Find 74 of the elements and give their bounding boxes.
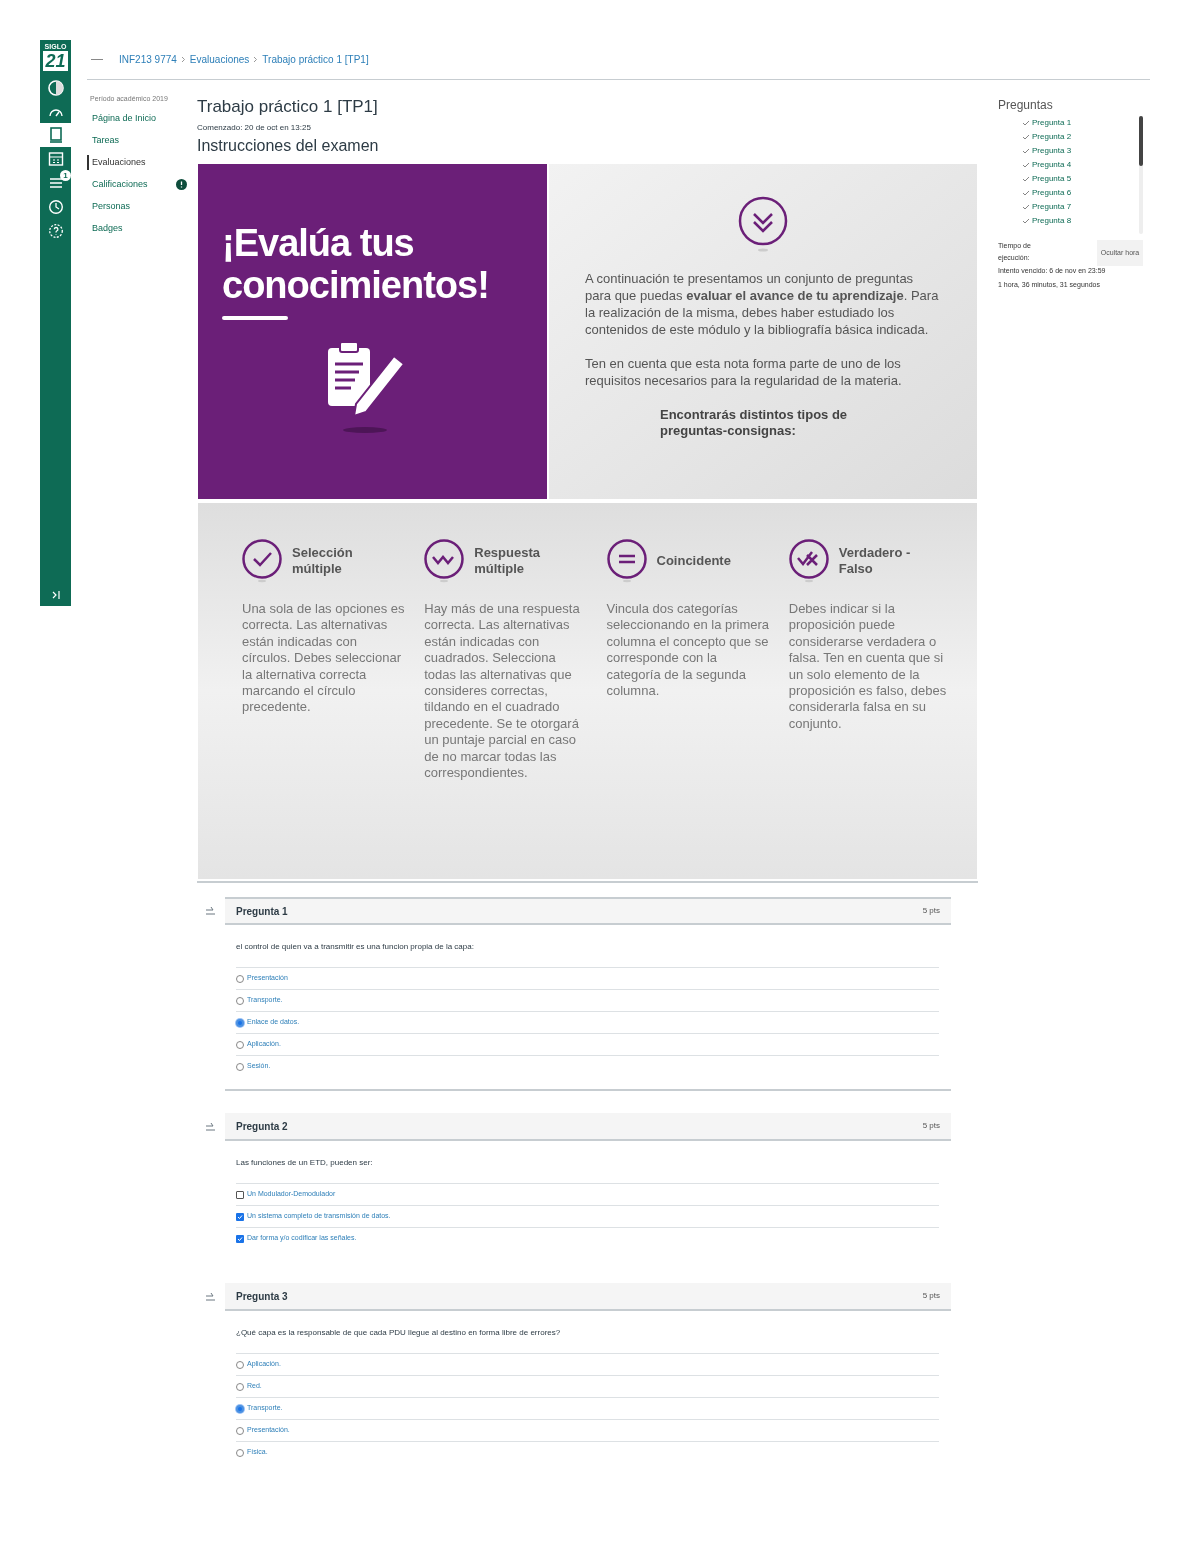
unread-badge: 1 [60, 170, 71, 181]
question-type-title: Respuesta múltiple [474, 545, 541, 577]
headline-underline [222, 316, 288, 320]
inbox-icon[interactable] [47, 175, 64, 191]
scrollbar-thumb[interactable] [1139, 116, 1143, 166]
types-heading: Encontrarás distintos tipos de preguntas-consignas: [660, 407, 849, 439]
question-type-icon [606, 539, 647, 583]
question-title: Pregunta 3 [236, 1289, 288, 1304]
banner-headline: ¡Evalúa tus conocimientos! [222, 222, 490, 306]
checkbox[interactable] [236, 1212, 244, 1221]
question-type-title: Coincidente [656, 553, 732, 569]
question-points: 5 pts [922, 905, 940, 917]
question-link[interactable]: Pregunta 8 [1022, 214, 1139, 228]
question-prompt: Las funciones de un ETD, pueden ser: [236, 1157, 374, 1169]
scrollbar[interactable] [1139, 116, 1143, 234]
question-link[interactable]: Pregunta 7 [1022, 200, 1139, 214]
start-date: Comenzado: 20 de oct en 13:25 [197, 122, 312, 134]
question-prompt: el control de quien va a transmitir es una funcion propia de la capa: [236, 941, 475, 953]
calendar-icon[interactable] [47, 151, 64, 167]
course-nav-link[interactable]: Calificaciones [87, 176, 148, 192]
intro-paragraph: A continuación te presentamos un conjunto de preguntas para que puedas evaluar el avance de tu aprendizaje. Para la realización de la misma, debes haber estudiado los contenidos de este módulo y la bibliografía básica indicada. [585, 270, 940, 338]
radio-button[interactable] [236, 1448, 244, 1457]
question-link[interactable]: Pregunta 1 [1022, 116, 1139, 130]
help-icon[interactable] [47, 223, 64, 239]
radio-button[interactable] [236, 1040, 244, 1049]
course-nav-link[interactable]: Tareas [87, 132, 119, 148]
question-link[interactable]: Pregunta 2 [1022, 130, 1139, 144]
chevron-icon [180, 56, 186, 63]
question-points: 5 pts [922, 1120, 940, 1132]
double-chevron-icon [738, 196, 788, 252]
question-title: Pregunta 1 [236, 904, 288, 919]
course-nav-link[interactable]: Página de Inicio [87, 110, 157, 126]
question-points: 5 pts [922, 1290, 940, 1302]
collapse-icon[interactable] [50, 590, 61, 600]
question-type-title: Selección múltiple [292, 545, 354, 577]
question-title: Pregunta 2 [236, 1119, 288, 1134]
radio-button[interactable] [236, 1062, 244, 1071]
radio-button[interactable] [236, 1018, 244, 1027]
breadcrumb-link[interactable]: INF213 9774 [119, 52, 177, 67]
radio-button[interactable] [236, 1360, 244, 1369]
question-type-description: Una sola de las opciones es correcta. Las alternativas están indicadas con círculos. Debes seleccionar la alternativa correcta marcando el círculo precedente. [242, 601, 406, 716]
course-nav-link[interactable]: Evaluaciones [87, 154, 146, 170]
history-icon[interactable] [47, 199, 64, 215]
question-type-title: Verdadero - Falso [838, 545, 912, 577]
question-link[interactable]: Pregunta 5 [1022, 172, 1139, 186]
checkbox[interactable] [236, 1190, 244, 1199]
question-type-description: Debes indicar si la proposición puede considerarse verdadera o falsa. Ten en cuenta que si un solo elemento de la proposición es falso, debes considerarla falsa en su conjunto. [788, 601, 948, 733]
breadcrumb-link[interactable]: Evaluaciones [189, 52, 250, 67]
breadcrumb-link[interactable]: Trabajo práctico 1 [TP1] [262, 52, 369, 67]
question-link[interactable]: Pregunta 3 [1022, 144, 1139, 158]
courses-icon[interactable] [48, 127, 63, 143]
course-nav-link[interactable]: Badges [87, 220, 123, 236]
question-type-icon [788, 539, 829, 583]
question-type-icon [424, 539, 465, 583]
checkbox[interactable] [236, 1234, 244, 1243]
question-type-description: Vincula dos categorías seleccionando en la primera columna el concepto que se corresponde con la categoría de la segunda columna. [606, 601, 771, 700]
page-title: Trabajo práctico 1 [TP1] [197, 96, 379, 118]
section-heading: Instrucciones del examen [197, 136, 380, 156]
question-type-description: Hay más de una respuesta correcta. Las alternativas están indicadas con cuadrados. Selecciona todas las alternativas que consideres correctas, tildando en el cuadrado precedente. Se te otorgará un puntaje parcial en caso de no marcar todas las correspondientes. [424, 601, 581, 782]
course-nav-link[interactable]: Personas [87, 198, 131, 214]
radio-button[interactable] [236, 1426, 244, 1435]
radio-button[interactable] [236, 974, 244, 983]
question-link[interactable]: Pregunta 4 [1022, 158, 1139, 172]
radio-button[interactable] [236, 996, 244, 1005]
logo-number: 21 [43, 51, 68, 71]
account-icon[interactable] [46, 79, 65, 97]
note-paragraph: Ten en cuenta que esta nota forma parte de uno de los requisitos necesarios para la regularidad de la materia. [585, 355, 903, 389]
radio-button[interactable] [236, 1404, 244, 1413]
question-link[interactable]: Pregunta 6 [1022, 186, 1139, 200]
question-prompt: ¿Qué capa es la responsable de que cada PDU llegue al destino en forma libre de errores? [236, 1327, 562, 1339]
question-type-icon [242, 539, 282, 583]
side-heading: Preguntas [998, 97, 1054, 114]
radio-button[interactable] [236, 1382, 244, 1391]
chevron-icon [253, 56, 259, 63]
